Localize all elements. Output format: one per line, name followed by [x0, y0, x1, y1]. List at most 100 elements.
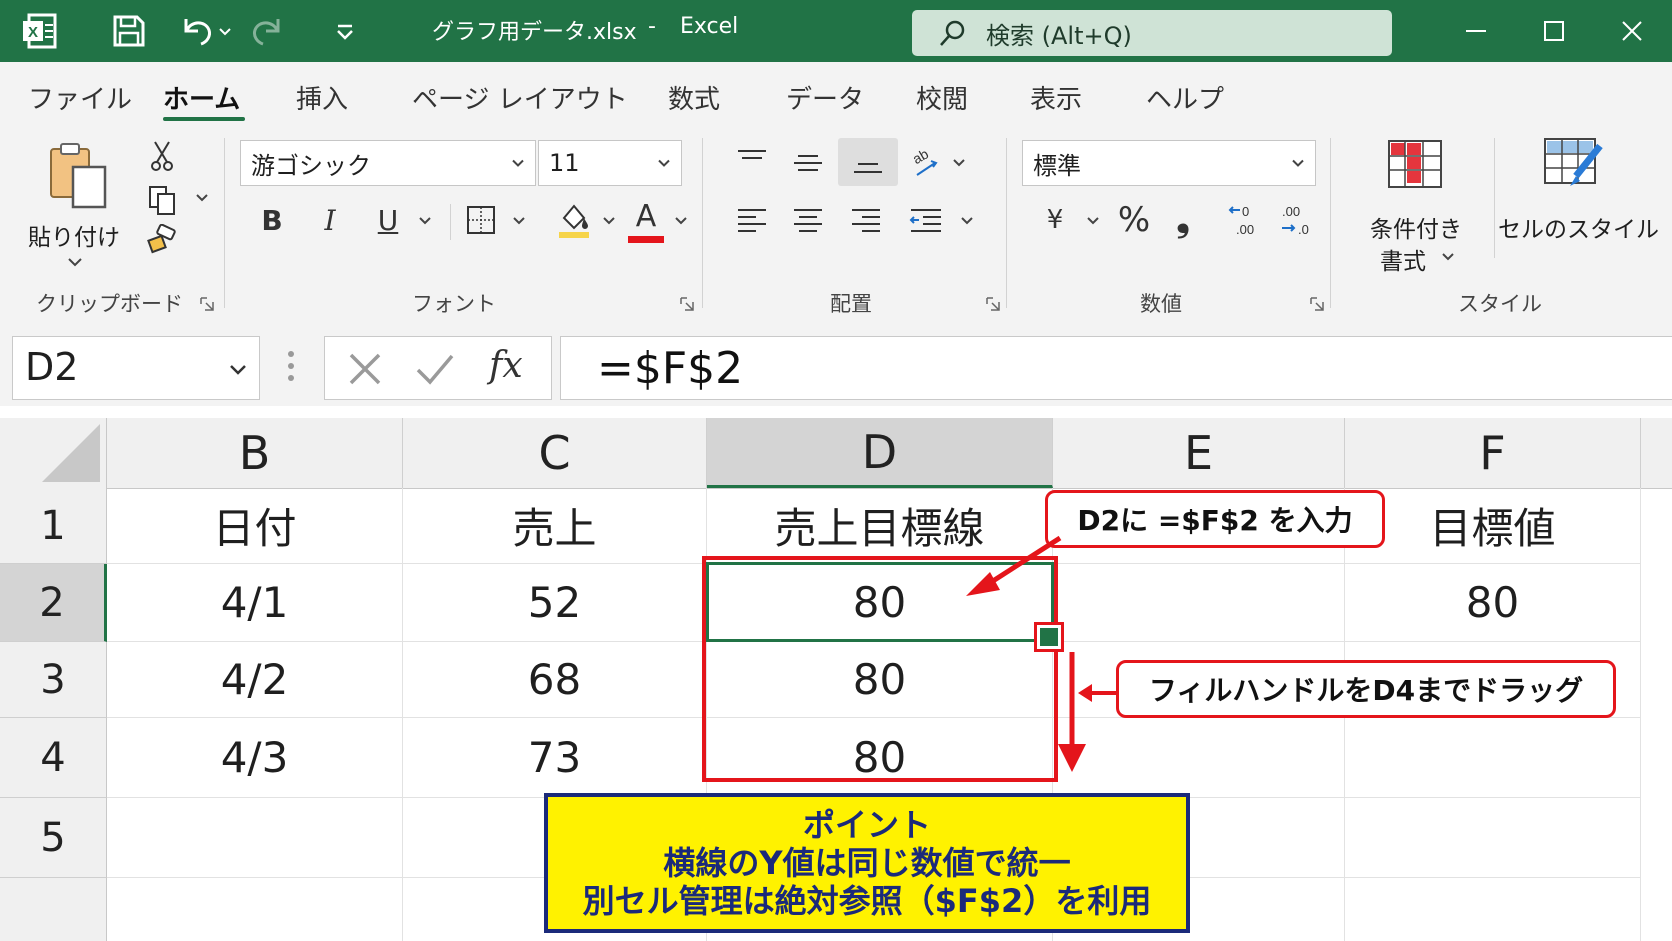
indent-dropdown-icon[interactable]	[956, 212, 978, 230]
select-all-button[interactable]	[0, 418, 107, 488]
underline-dropdown-icon[interactable]	[414, 212, 436, 230]
more-options-icon[interactable]	[286, 348, 296, 388]
cell-styles-label[interactable]: セルのスタイル	[1498, 210, 1659, 244]
tab-insert[interactable]: 挿入	[296, 79, 348, 116]
conditional-formatting-icon[interactable]	[1384, 136, 1446, 192]
paste-label[interactable]: 貼り付け	[28, 218, 120, 252]
paste-dropdown-icon[interactable]	[62, 252, 88, 272]
comma-style-button[interactable]: ❟	[1168, 200, 1198, 240]
cell-styles-icon[interactable]	[1540, 134, 1606, 196]
indent-icon[interactable]	[904, 200, 948, 240]
fill-color-icon[interactable]	[554, 198, 594, 242]
cell-e4[interactable]	[1053, 718, 1345, 798]
column-header-c[interactable]: C	[403, 418, 707, 488]
copy-icon[interactable]	[144, 182, 180, 218]
font-size-combo[interactable]: 11	[538, 140, 682, 186]
cell-f1[interactable]: 目標値	[1345, 488, 1641, 564]
column-header-e[interactable]: E	[1053, 418, 1345, 488]
cell-c3[interactable]: 68	[403, 642, 707, 718]
cell-b4[interactable]: 4/3	[107, 718, 403, 798]
cell-c2[interactable]: 52	[403, 564, 707, 642]
paste-icon[interactable]	[40, 138, 116, 214]
font-launcher-icon[interactable]	[680, 296, 694, 311]
cut-icon[interactable]	[146, 138, 178, 174]
cell-b3[interactable]: 4/2	[107, 642, 403, 718]
currency-button[interactable]: ¥	[1040, 200, 1070, 240]
copy-dropdown-icon[interactable]	[194, 190, 210, 206]
search-box[interactable]: 検索 (Alt+Q)	[912, 10, 1392, 56]
borders-icon[interactable]	[462, 200, 500, 240]
close-icon[interactable]	[1602, 8, 1662, 54]
tab-page-layout[interactable]: ページ レイアウト	[412, 79, 628, 116]
row-header-4[interactable]: 4	[0, 718, 107, 798]
tab-formulas[interactable]: 数式	[668, 79, 720, 116]
orientation-icon[interactable]: ab	[904, 142, 948, 182]
column-header-b[interactable]: B	[107, 418, 403, 488]
save-icon[interactable]	[104, 8, 154, 54]
tab-home[interactable]: ホーム	[163, 79, 240, 116]
cell-f5[interactable]	[1345, 798, 1641, 878]
alignment-launcher-icon[interactable]	[986, 296, 1000, 311]
insert-function-icon[interactable]: fx	[489, 345, 523, 386]
tab-review[interactable]: 校閲	[916, 79, 968, 116]
tab-view[interactable]: 表示	[1030, 79, 1082, 116]
row-header-5[interactable]: 5	[0, 798, 107, 878]
row-header-2[interactable]: 2	[0, 564, 107, 642]
underline-button[interactable]: U	[372, 200, 404, 240]
increase-decimal-icon[interactable]: 0.00	[1226, 198, 1268, 242]
clipboard-launcher-icon[interactable]	[200, 296, 214, 311]
align-middle-icon[interactable]	[786, 142, 830, 182]
align-center-icon[interactable]	[786, 200, 830, 240]
row-header-1[interactable]: 1	[0, 488, 107, 564]
cell-b6[interactable]	[107, 878, 403, 941]
cell-f2[interactable]: 80	[1345, 564, 1641, 642]
font-color-icon[interactable]: A	[626, 194, 666, 238]
font-color-dropdown-icon[interactable]	[670, 212, 692, 230]
fill-color-dropdown-icon[interactable]	[598, 212, 620, 230]
fill-handle[interactable]	[1040, 628, 1058, 646]
font-name-combo[interactable]: 游ゴシック	[240, 140, 536, 186]
bold-button[interactable]: B	[256, 200, 288, 240]
cell-c4[interactable]: 73	[403, 718, 707, 798]
row-header-3[interactable]: 3	[0, 642, 107, 718]
name-box[interactable]: D2	[12, 336, 260, 400]
cell-c1[interactable]: 売上	[403, 488, 707, 564]
cell-e2[interactable]	[1053, 564, 1345, 642]
align-top-icon[interactable]	[730, 142, 774, 182]
percent-button[interactable]: %	[1114, 200, 1154, 240]
number-format-combo[interactable]: 標準	[1022, 140, 1316, 186]
conditional-formatting-dropdown-icon[interactable]	[1438, 248, 1458, 266]
currency-dropdown-icon[interactable]	[1082, 212, 1104, 230]
chevron-down-icon[interactable]	[1291, 154, 1305, 173]
column-header-f[interactable]: F	[1345, 418, 1641, 488]
borders-dropdown-icon[interactable]	[508, 212, 530, 230]
cell-f4[interactable]	[1345, 718, 1641, 798]
chevron-down-icon[interactable]	[511, 154, 525, 173]
undo-icon[interactable]	[178, 8, 238, 54]
tab-file[interactable]: ファイル	[28, 79, 132, 116]
conditional-formatting-label-1[interactable]: 条件付き	[1366, 210, 1466, 244]
orientation-dropdown-icon[interactable]	[948, 154, 970, 172]
decrease-decimal-icon[interactable]: .00.0	[1274, 198, 1316, 242]
minimize-icon[interactable]	[1446, 8, 1506, 54]
align-left-icon[interactable]	[730, 200, 774, 240]
maximize-icon[interactable]	[1524, 8, 1584, 54]
conditional-formatting-label-2[interactable]: 書式	[1380, 242, 1426, 276]
chevron-down-icon[interactable]	[657, 154, 671, 173]
redo-icon[interactable]	[248, 8, 288, 54]
tab-help[interactable]: ヘルプ	[1146, 79, 1224, 116]
chevron-down-icon[interactable]	[229, 361, 247, 380]
cell-b1[interactable]: 日付	[107, 488, 403, 564]
column-header-d[interactable]: D	[707, 418, 1053, 488]
cell-b2[interactable]: 4/1	[107, 564, 403, 642]
format-painter-icon[interactable]	[144, 222, 180, 258]
cell-b5[interactable]	[107, 798, 403, 878]
align-bottom-icon[interactable]	[838, 138, 898, 186]
row-header-6[interactable]	[0, 878, 107, 941]
italic-button[interactable]: I	[314, 200, 346, 240]
align-right-icon[interactable]	[844, 200, 888, 240]
cancel-icon[interactable]	[347, 351, 383, 391]
tab-data[interactable]: データ	[786, 79, 864, 116]
formula-input[interactable]: =$F$2	[560, 336, 1672, 400]
customize-qat-icon[interactable]	[330, 8, 360, 54]
